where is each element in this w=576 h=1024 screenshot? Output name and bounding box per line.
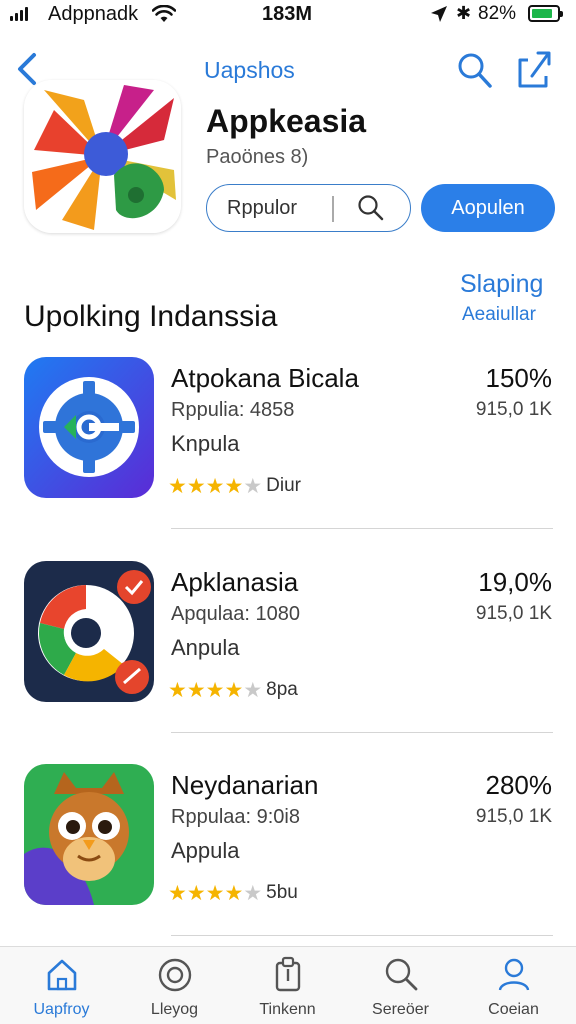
see-all-link[interactable]: Slaping [460,270,543,299]
battery-percent: 82% [478,3,517,24]
star-rating: ★ ★ ★ ★ ★ 5bu [168,882,298,904]
app-category: Anpula [171,635,240,660]
star-icon: ★ [243,678,263,702]
rating-text: Diur [266,475,301,496]
clipboard-icon [275,956,301,992]
app-name: Appkeasia [206,103,367,139]
star-icon: ★ [168,474,187,498]
app-icon-owl [24,764,154,905]
app-category: Appula [171,838,240,863]
app-meta: Rppulia: 4858 [171,399,295,421]
search-icon [385,958,418,991]
star-rating: ★ ★ ★ ★ ★ 8pa [168,679,298,701]
rating-text: 5bu [266,882,298,903]
tab-label: Coeian [488,1001,539,1018]
category-search-field[interactable]: Rppulor [206,184,411,232]
divider [171,935,553,936]
app-title: Apklanasia [171,567,299,597]
app-title: Neydanarian [171,770,319,800]
divider [171,528,553,529]
app-size: 915,0 1K [475,399,552,420]
search-icon[interactable] [355,193,385,223]
app-percent: 19,0% [478,567,552,597]
app-icon-ring [24,561,154,702]
app-percent: 280% [485,770,553,800]
person-icon [498,958,530,991]
bluetooth-icon: ✱ [456,3,472,23]
app-size: 915,0 1K [475,603,552,624]
star-icon: ★ [224,474,244,498]
tab-bar: Uapfroy Lleyog Tinkenn Sereöer Coeian [0,946,576,1024]
carrier-name: Adppnadk [48,3,139,25]
share-icon[interactable] [514,48,554,90]
get-button[interactable]: Aopulen [421,184,555,232]
app-percent: 150% [485,363,553,393]
star-icon: ★ [243,881,263,905]
list-item[interactable]: Atpokana Bicala Rppulia: 4858 Knpula ★ ★… [0,357,576,557]
home-icon [47,959,77,991]
app-category: Knpula [171,431,240,456]
app-meta: Apqulaa: 1080 [171,603,301,625]
clock: 183M [262,3,313,25]
list-item[interactable]: Apklanasia Apqulaa: 1080 Anpula ★ ★ ★ ★ … [0,561,576,761]
nav-title: Uapshos [204,57,295,83]
battery-icon [528,5,563,22]
status-bar: Adppnadk 183M ✱ 82% [0,0,576,30]
app-title: Atpokana Bicala [171,363,359,393]
section-sublink[interactable]: Aeaiullar [462,304,536,326]
tab-label: Tinkenn [259,1001,316,1018]
signal-icon [10,7,28,21]
app-meta: Rppulaa: 9:0i8 [171,806,300,828]
category-search-text: Rppulor [227,197,298,219]
pill-divider [332,196,334,222]
app-icon-pinwheel [24,80,181,233]
star-icon: ★ [168,678,187,702]
wifi-icon [152,5,176,22]
star-rating: ★ ★ ★ ★ ★ Diur [168,475,301,497]
app-size: 915,0 1K [475,806,552,827]
tab-account[interactable]: Coeian [456,947,571,1024]
app-subtitle: Paoönes 8) [206,146,309,168]
tab-games[interactable]: Lleyog [117,947,232,1024]
tab-apps[interactable]: Tinkenn [230,947,345,1024]
star-icon: ★ [205,474,225,498]
star-icon: ★ [186,678,206,702]
star-icon: ★ [224,881,244,905]
tab-label: Sereöer [372,1001,429,1018]
tab-label: Uapfroy [33,1001,90,1018]
disc-icon [158,958,192,992]
divider [171,732,553,733]
star-icon: ★ [168,881,187,905]
rating-text: 8pa [266,679,298,700]
location-arrow-icon [431,6,447,22]
star-icon: ★ [205,881,225,905]
app-icon-gear [24,357,154,498]
star-icon: ★ [243,474,263,498]
star-icon: ★ [205,678,225,702]
tab-search[interactable]: Sereöer [343,947,458,1024]
star-icon: ★ [186,474,206,498]
tab-label: Lleyog [150,1001,199,1018]
section-title: Upolking Indanssia [24,300,278,333]
star-icon: ★ [224,678,244,702]
star-icon: ★ [186,881,206,905]
list-item[interactable]: Neydanarian Rppulaa: 9:0i8 Appula ★ ★ ★ … [0,764,576,964]
tab-today[interactable]: Uapfroy [4,947,119,1024]
search-icon[interactable] [454,50,494,90]
